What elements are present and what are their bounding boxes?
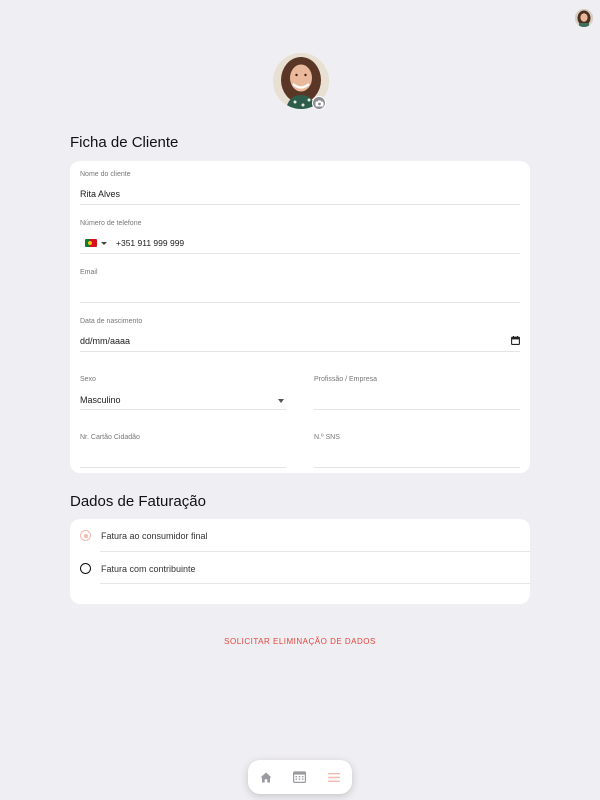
sex-value[interactable]: Masculino [80,395,121,405]
birth-date-field[interactable]: Data de nascimento dd/mm/aaaa [80,318,520,352]
calendar-picker-icon[interactable] [511,336,520,345]
billing-option-label: Fatura com contribuinte [101,564,196,574]
client-form-card: Nome do cliente Rita Alves Número de tel… [70,161,530,473]
calendar-icon [292,771,306,783]
billing-card: Fatura ao consumidor final Fatura com co… [70,519,530,604]
nav-calendar-button[interactable] [291,769,307,785]
change-photo-button[interactable] [312,96,326,110]
citizen-card-label: Nr. Cartão Cidadão [80,434,140,441]
nav-home-button[interactable] [258,769,274,785]
user-avatar-image [575,9,593,27]
sns-underline [314,467,520,468]
birth-date-label: Data de nascimento [80,318,143,325]
portugal-flag-icon[interactable] [85,239,97,247]
phone-underline [80,253,520,254]
user-avatar[interactable] [575,9,593,27]
request-data-deletion-link[interactable]: SOLICITAR ELIMINAÇÃO DE DADOS [0,637,600,646]
radio-selected[interactable] [80,530,91,541]
phone-label: Número de telefone [80,220,142,227]
bottom-nav [248,760,352,794]
client-name-field[interactable]: Nome do cliente Rita Alves [80,171,520,205]
home-icon [260,772,272,782]
client-name-input[interactable]: Rita Alves [80,189,120,199]
phone-input[interactable]: +351 911 999 999 [116,238,184,248]
billing-option-final-consumer[interactable]: Fatura ao consumidor final [70,519,530,552]
billing-divider [100,583,530,584]
menu-icon [328,772,340,782]
billing-option-label: Fatura ao consumidor final [101,531,208,541]
sns-field[interactable]: N.º SNS [314,434,520,468]
nav-menu-button[interactable] [326,769,342,785]
phone-field[interactable]: Número de telefone +351 911 999 999 [80,220,520,254]
profession-field[interactable]: Profissão / Empresa [314,376,520,410]
client-name-underline [80,204,520,205]
sex-underline [80,409,286,410]
billing-title: Dados de Faturação [70,493,206,510]
birth-date-underline [80,351,520,352]
billing-option-taxpayer[interactable]: Fatura com contribuinte [70,552,530,585]
camera-icon [315,100,323,106]
sex-select[interactable]: Sexo Masculino [80,376,286,410]
birth-date-input[interactable]: dd/mm/aaaa [80,336,130,346]
client-name-label: Nome do cliente [80,171,131,178]
radio-unselected[interactable] [80,563,91,574]
citizen-card-underline [80,467,286,468]
client-form-title: Ficha de Cliente [70,134,179,151]
chevron-down-icon[interactable] [278,399,284,403]
email-underline [80,302,520,303]
citizen-card-field[interactable]: Nr. Cartão Cidadão [80,434,286,468]
country-dropdown-icon[interactable] [101,242,107,245]
sex-label: Sexo [80,376,96,383]
sns-label: N.º SNS [314,434,340,441]
profession-label: Profissão / Empresa [314,376,378,383]
email-label: Email [80,269,98,276]
email-field[interactable]: Email [80,269,520,303]
profession-underline [314,409,520,410]
